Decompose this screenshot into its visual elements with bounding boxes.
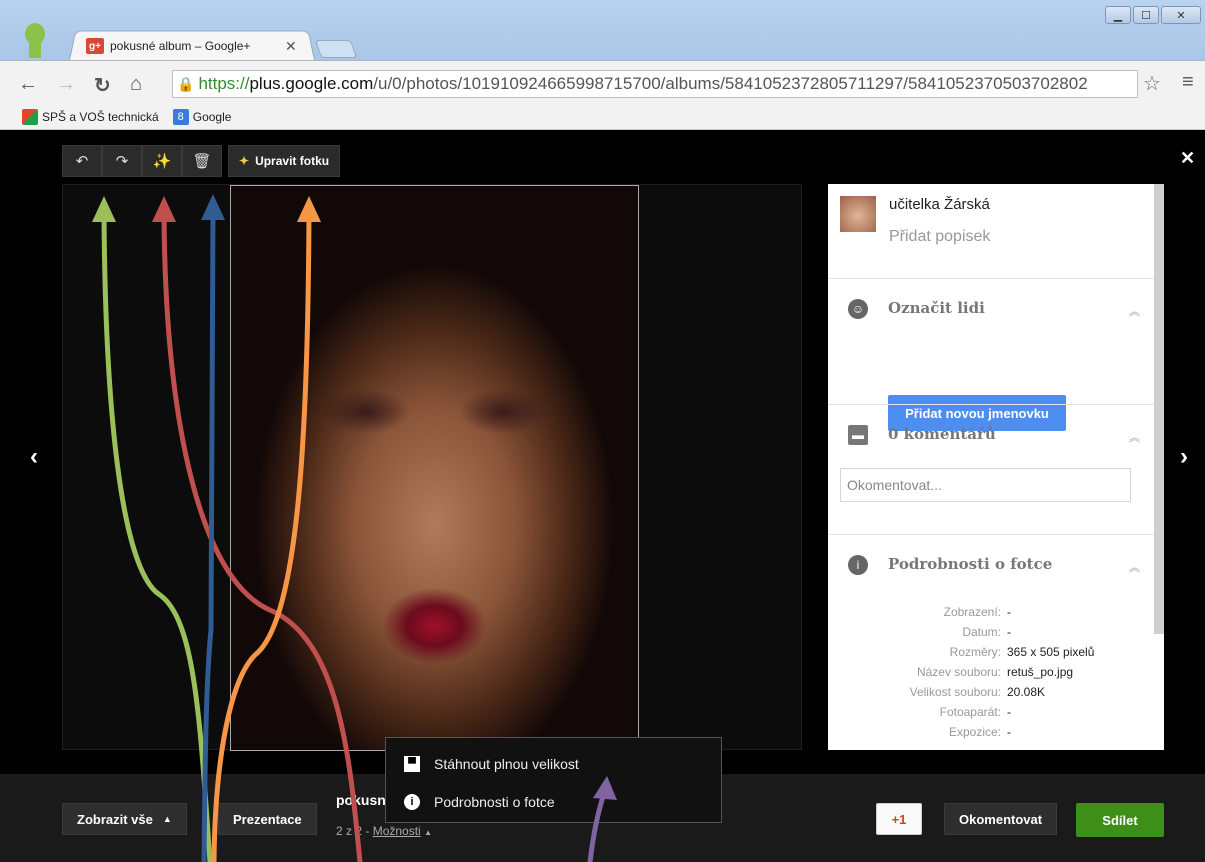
rotate-left-button[interactable]: ↶ (62, 145, 102, 177)
lock-icon: 🔒 (177, 75, 195, 92)
detail-row: Název souboru: retuš_po.jpg (916, 665, 1074, 679)
save-icon: ▀ (404, 756, 420, 772)
collapse-chevron-icon[interactable]: ︽ (1129, 303, 1140, 319)
bookmarks-bar: SPŠ a VOŠ technická 8 Google (0, 104, 1205, 130)
next-photo-icon[interactable]: › (1180, 443, 1188, 471)
options-menu: ▀ Stáhnout plnou velikost i Podrobnosti … (385, 737, 722, 823)
browser-toolbar: ← → ↻ ⌂ 🔒 https:// plus.google.com /u/0/… (0, 60, 1205, 104)
forward-icon[interactable]: → (56, 73, 76, 96)
home-icon[interactable]: ⌂ (130, 73, 142, 96)
google-plus-favicon-icon: g+ (86, 38, 104, 54)
delete-button[interactable]: 🗑 (182, 145, 222, 177)
info-icon: i (404, 794, 420, 810)
photo-portrait (230, 185, 639, 751)
comment-button[interactable]: Okomentovat (944, 803, 1058, 835)
user-profile-icon[interactable] (24, 22, 46, 58)
menu-icon[interactable]: ≡ (1182, 71, 1194, 94)
meta-separator: - (365, 824, 370, 838)
url-host: plus.google.com (249, 74, 374, 93)
photo-counter: 2 z 2 (336, 824, 363, 838)
detail-row: Rozměry: 365 x 505 pixelů (949, 645, 1095, 659)
caption-placeholder[interactable]: Přidat popisek (889, 228, 990, 246)
slideshow-button[interactable]: Prezentace (218, 803, 317, 835)
collapse-chevron-icon[interactable]: ︽ (1129, 429, 1140, 445)
menu-item-details[interactable]: i Podrobnosti o fotce (404, 794, 555, 810)
details-list: Zobrazení: - Datum: - Rozměry: 365 x 505 pi… (828, 602, 1154, 742)
options-link[interactable]: Možnosti (373, 824, 421, 838)
url-path: /u/0/photos/101910924665998715700/albums… (373, 74, 1088, 93)
previous-photo-icon[interactable]: ‹ (30, 443, 38, 471)
menu-item-download[interactable]: ▀ Stáhnout plnou velikost (404, 756, 579, 772)
detail-row: Velikost souboru: 20.08K (909, 685, 1046, 699)
tab-close-icon[interactable]: ✕ (285, 38, 297, 55)
edit-photo-button[interactable]: ✦ Upravit fotku (228, 145, 341, 177)
school-favicon-icon (22, 108, 38, 125)
minimize-icon[interactable]: ▁ (1105, 6, 1131, 24)
bookmark-google[interactable]: 8 Google (172, 108, 231, 125)
edit-toolbar: ↶ ↷ ✨ 🗑 ✦ Upravit fotku (62, 145, 341, 177)
smiley-icon: ☺ (848, 299, 868, 319)
info-panel: učitelka Žárská Přidat popisek ☺ Označit… (828, 184, 1164, 750)
info-icon: i (848, 555, 868, 575)
bookmark-star-icon[interactable]: ☆ (1143, 71, 1161, 96)
author-name[interactable]: učitelka Žárská (889, 196, 990, 232)
tag-people-section: ☺ Označit lidi ︽ (828, 278, 1154, 404)
caret-up-icon: ▲ (162, 814, 172, 824)
avatar[interactable] (840, 196, 876, 232)
url-scheme: https:// (198, 74, 250, 93)
comments-title[interactable]: 0 komentářů (888, 425, 996, 443)
address-bar[interactable]: 🔒 https:// plus.google.com /u/0/photos/1… (172, 70, 1138, 98)
detail-row: Fotoaparát: - (939, 705, 1011, 719)
sparkle-icon: ✦ (239, 154, 250, 168)
comment-input[interactable]: Okomentovat... (840, 468, 1131, 502)
caret-up-icon: ▲ (424, 828, 432, 837)
tag-people-title[interactable]: Označit lidi (888, 299, 985, 317)
maximize-icon[interactable]: ☐ (1133, 6, 1159, 24)
reload-icon[interactable]: ↻ (94, 73, 111, 98)
share-button[interactable]: Sdílet (1076, 803, 1164, 837)
bookmark-sps[interactable]: SPŠ a VOŠ technická (22, 108, 159, 125)
photo-details-title[interactable]: Podrobnosti o fotce (888, 555, 1052, 573)
detail-row: Expozice: - (948, 725, 1011, 739)
tab-title: pokusné album – Google+ (110, 39, 251, 53)
new-tab-button[interactable] (314, 40, 358, 58)
album-meta: 2 z 2 - Možnosti ▲ (336, 824, 432, 838)
show-all-button[interactable]: Zobrazit vše ▲ (62, 803, 187, 835)
auto-enhance-button[interactable]: ✨ (142, 145, 182, 177)
photo-stage (62, 184, 802, 751)
plus-one-button[interactable]: +1 (876, 803, 922, 835)
title-bar: g+ pokusné album – Google+ ✕ ▁ ☐ ✕ (0, 0, 1205, 63)
browser-window: g+ pokusné album – Google+ ✕ ▁ ☐ ✕ ← → ↻… (0, 0, 1205, 862)
comment-icon: ▬ (848, 425, 868, 445)
photo-viewer: ↶ ↷ ✨ 🗑 ✦ Upravit fotku ✕ ‹ › učitelka Ž… (0, 131, 1205, 862)
collapse-chevron-icon[interactable]: ︽ (1129, 559, 1140, 575)
panel-scrollbar[interactable] (1154, 184, 1164, 634)
close-window-icon[interactable]: ✕ (1161, 6, 1201, 24)
photo-details-section: i Podrobnosti o fotce ︽ (828, 534, 1154, 594)
google-favicon-icon: 8 (172, 108, 189, 125)
rotate-right-button[interactable]: ↷ (102, 145, 142, 177)
back-icon[interactable]: ← (18, 73, 38, 96)
detail-row: Zobrazení: - (943, 605, 1011, 619)
album-name[interactable]: pokusné album (336, 792, 386, 808)
close-viewer-icon[interactable]: ✕ (1180, 148, 1195, 169)
detail-row: Datum: - (962, 625, 1011, 639)
